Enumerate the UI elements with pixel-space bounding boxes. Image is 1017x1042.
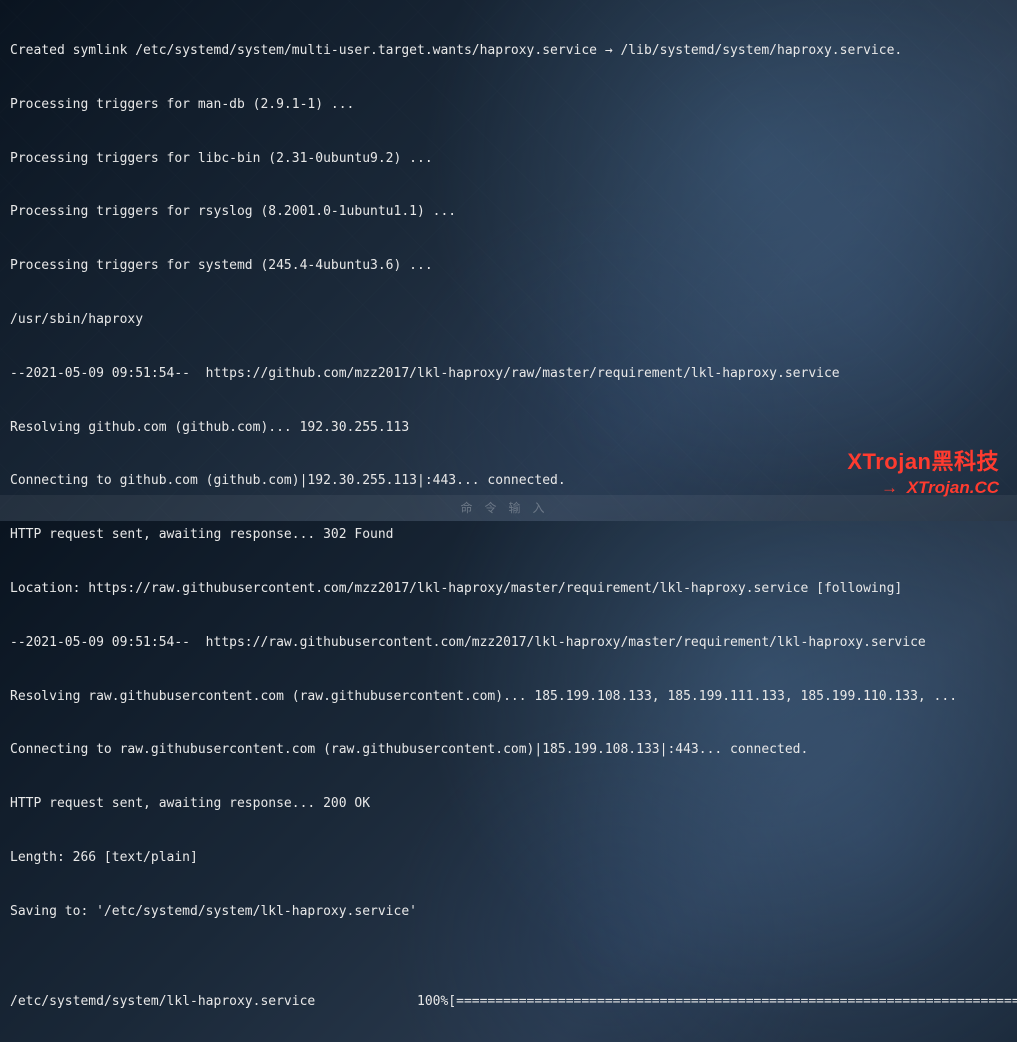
terminal-line: --2021-05-09 09:51:54-- https://raw.gith… bbox=[10, 634, 1007, 652]
terminal-line: Processing triggers for systemd (245.4-4… bbox=[10, 257, 1007, 275]
terminal-line: Saving to: '/etc/systemd/system/lkl-hapr… bbox=[10, 903, 1007, 921]
terminal-line: Processing triggers for libc-bin (2.31-0… bbox=[10, 150, 1007, 168]
terminal-line: Resolving github.com (github.com)... 192… bbox=[10, 419, 1007, 437]
arrow-icon: → bbox=[881, 478, 898, 497]
watermark-line1: XTrojan黑科技 bbox=[847, 447, 999, 477]
watermark-url: XTrojan.CC bbox=[902, 478, 999, 497]
command-input-placeholder: 命令输入 bbox=[12, 500, 1005, 517]
watermark: XTrojan黑科技 → XTrojan.CC bbox=[847, 447, 999, 499]
terminal-line: HTTP request sent, awaiting response... … bbox=[10, 526, 1007, 544]
watermark-line2: → XTrojan.CC bbox=[847, 476, 999, 499]
terminal-line: Connecting to raw.githubusercontent.com … bbox=[10, 741, 1007, 759]
terminal-line: Length: 266 [text/plain] bbox=[10, 849, 1007, 867]
terminal-line: Location: https://raw.githubusercontent.… bbox=[10, 580, 1007, 598]
terminal-line: Resolving raw.githubusercontent.com (raw… bbox=[10, 688, 1007, 706]
terminal-line: /etc/systemd/system/lkl-haproxy.service … bbox=[10, 993, 1007, 1011]
terminal-line: --2021-05-09 09:51:54-- https://github.c… bbox=[10, 365, 1007, 383]
terminal-line: Processing triggers for rsyslog (8.2001.… bbox=[10, 203, 1007, 221]
terminal-line: /usr/sbin/haproxy bbox=[10, 311, 1007, 329]
terminal-line: Processing triggers for man-db (2.9.1-1)… bbox=[10, 96, 1007, 114]
terminal-output[interactable]: Created symlink /etc/systemd/system/mult… bbox=[0, 0, 1017, 1042]
terminal-line: Created symlink /etc/systemd/system/mult… bbox=[10, 42, 1007, 60]
terminal-line: HTTP request sent, awaiting response... … bbox=[10, 795, 1007, 813]
